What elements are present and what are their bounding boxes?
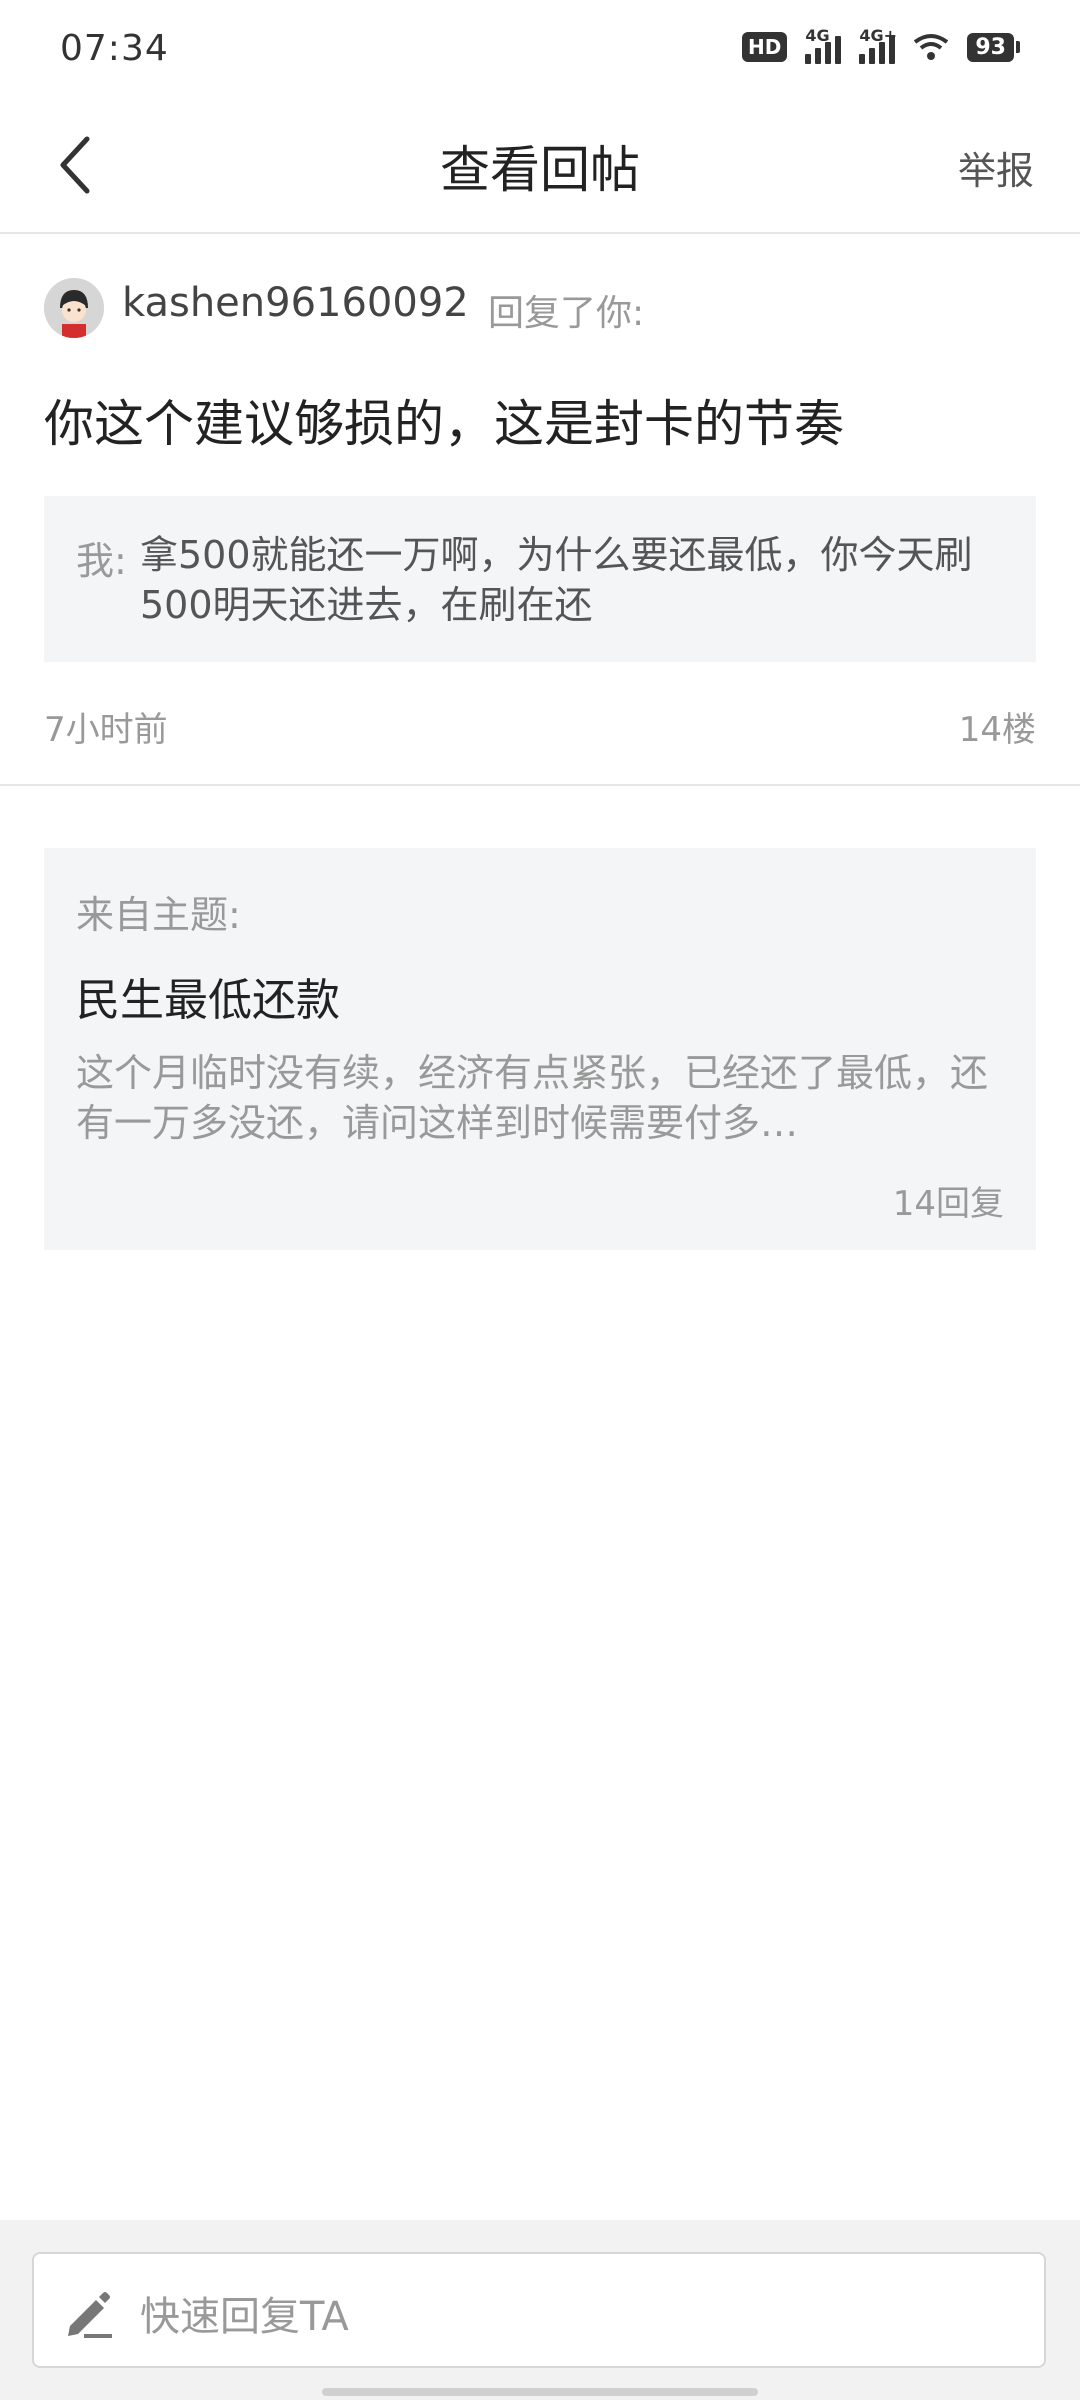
quoted-comment[interactable]: 我: 拿500就能还一万啊，为什么要还最低，你今天刷500明天还进去，在刷在还 bbox=[44, 496, 1036, 662]
quick-reply-placeholder: 快速回复TA bbox=[140, 2294, 349, 2340]
username[interactable]: kashen96160092 bbox=[122, 280, 469, 326]
avatar-icon bbox=[44, 278, 104, 338]
hd-icon: HD bbox=[742, 32, 788, 62]
floor-label: 14楼 bbox=[958, 710, 1036, 750]
signal-4g-icon: 4G bbox=[805, 26, 842, 64]
topic-excerpt: 这个月临时没有续，经济有点紧张，已经还了最低，还有一万多没还，请问这样到时候需要… bbox=[76, 1051, 989, 1145]
status-icons: HD 4G 4G+ 93 bbox=[742, 26, 1020, 64]
section-divider bbox=[0, 784, 1080, 786]
avatar[interactable] bbox=[44, 278, 104, 338]
page-title: 查看回帖 bbox=[440, 141, 640, 199]
reply-section: kashen96160092 回复了你: 你这个建议够损的，这是封卡的节奏 我:… bbox=[0, 234, 1080, 784]
reply-content: 你这个建议够损的，这是封卡的节奏 bbox=[44, 395, 844, 453]
signal-4g-label: 4G bbox=[805, 26, 830, 45]
status-bar: 07:34 HD 4G 4G+ 93 bbox=[0, 0, 1080, 100]
wifi-icon bbox=[914, 34, 949, 60]
signal-4g-plus-label: 4G+ bbox=[859, 26, 898, 45]
quick-reply-input[interactable]: 快速回复TA bbox=[32, 2252, 1046, 2368]
quote-text: 拿500就能还一万啊，为什么要还最低，你今天刷500明天还进去，在刷在还 bbox=[140, 533, 973, 627]
reply-time: 7小时前 bbox=[44, 710, 168, 750]
topic-title: 民生最低还款 bbox=[76, 975, 340, 1026]
from-topic-label: 来自主题: bbox=[76, 893, 241, 937]
replied-you-label: 回复了你: bbox=[488, 293, 645, 334]
signal-4g-plus-icon: 4G+ bbox=[859, 26, 897, 64]
home-indicator[interactable] bbox=[322, 2388, 758, 2396]
battery-icon: 93 bbox=[967, 32, 1020, 62]
battery-level: 93 bbox=[967, 32, 1014, 62]
status-time: 07:34 bbox=[60, 28, 169, 69]
nav-bar: 查看回帖 举报 bbox=[0, 100, 1080, 234]
pencil-icon bbox=[68, 2292, 112, 2338]
bottom-bar: 快速回复TA bbox=[0, 2220, 1080, 2400]
reply-count: 14回复 bbox=[892, 1184, 1004, 1224]
source-topic-card[interactable]: 来自主题: 民生最低还款 这个月临时没有续，经济有点紧张，已经还了最低，还有一万… bbox=[44, 848, 1036, 1250]
quote-prefix: 我: bbox=[76, 539, 127, 583]
report-button[interactable]: 举报 bbox=[958, 140, 1034, 195]
